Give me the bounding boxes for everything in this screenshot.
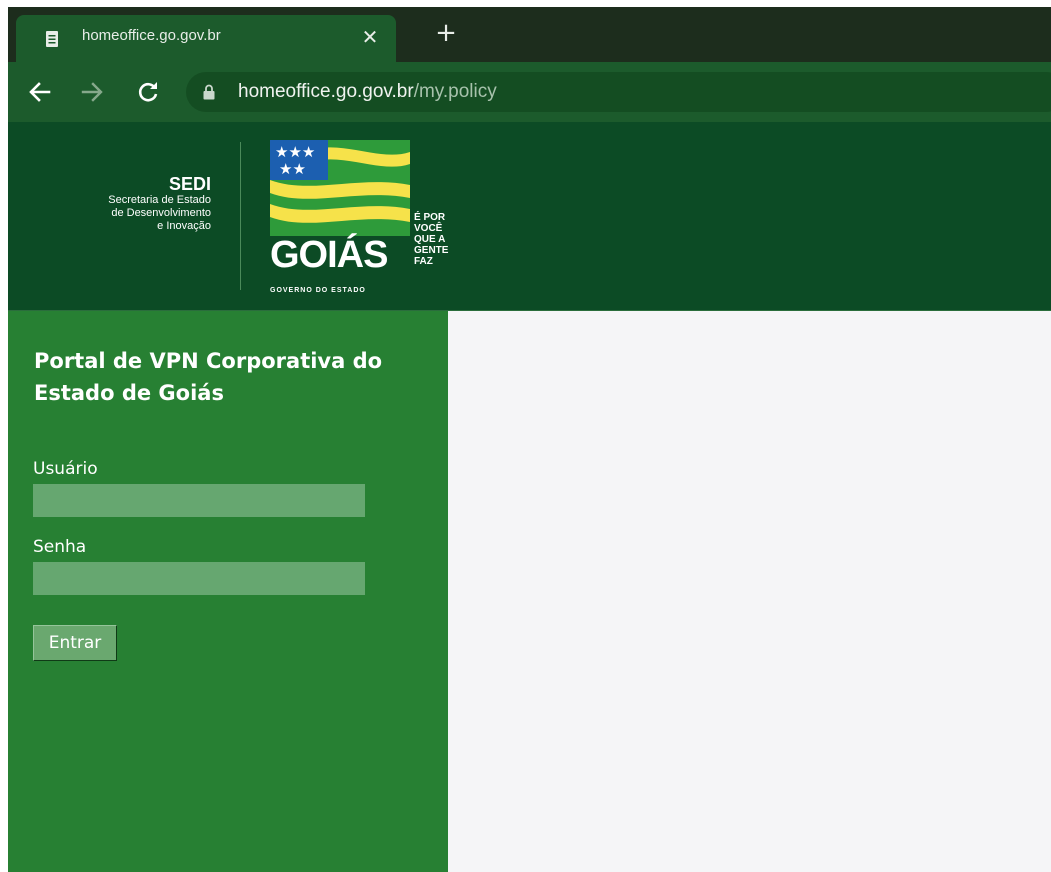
login-button[interactable]: Entrar	[33, 625, 117, 661]
org-name-line: de Desenvolvimento	[111, 207, 211, 219]
slogan-line: FAZ	[414, 256, 433, 267]
url-host: homeoffice.go.gov.br	[238, 81, 414, 102]
page-icon	[46, 31, 58, 47]
tab-title: homeoffice.go.gov.br	[82, 27, 221, 44]
tab-strip: homeoffice.go.gov.br ✕ +	[8, 7, 1051, 62]
slogan: É POR VOCÊ QUE A GENTE FAZ	[414, 212, 448, 267]
slogan-line: É POR	[414, 212, 446, 223]
page-title: Portal de VPN Corporativa do Estado de G…	[34, 349, 383, 405]
header-divider	[240, 142, 241, 290]
main-content	[448, 311, 1051, 872]
username-label: Usuário	[33, 459, 98, 479]
forward-arrow-icon[interactable]	[78, 78, 106, 106]
lock-icon[interactable]	[203, 84, 215, 100]
slogan-line: QUE A	[414, 234, 446, 245]
close-tab-icon[interactable]: ✕	[358, 25, 382, 49]
address-bar[interactable]: homeoffice.go.gov.br/my.policy	[186, 72, 1051, 112]
browser-tab[interactable]: homeoffice.go.gov.br ✕	[16, 15, 396, 62]
slogan-line: GENTE	[414, 245, 449, 256]
password-input[interactable]	[33, 562, 365, 595]
header-banner: SEDI Secretaria de Estado de Desenvolvim…	[8, 122, 1051, 311]
org-name-line: e Inovação	[157, 220, 211, 232]
browser-toolbar: homeoffice.go.gov.br/my.policy	[8, 62, 1051, 122]
url-text: homeoffice.go.gov.br/my.policy	[238, 81, 497, 103]
logo-wordmark: GOIÁS	[270, 234, 388, 276]
reload-icon[interactable]	[134, 78, 162, 106]
org-acronym: SEDI	[168, 174, 211, 194]
username-input[interactable]	[33, 484, 365, 517]
url-path: /my.policy	[413, 81, 497, 102]
back-arrow-icon[interactable]	[26, 78, 54, 106]
password-label: Senha	[33, 537, 87, 557]
goias-flag-icon: ★★★ ★★	[270, 140, 410, 236]
logo-subtitle: GOVERNO DO ESTADO	[270, 287, 366, 294]
org-name-line: Secretaria de Estado	[108, 194, 211, 206]
new-tab-button[interactable]: +	[433, 20, 459, 46]
browser-window: homeoffice.go.gov.br ✕ + homeoffice.go.g…	[8, 7, 1051, 872]
goias-logo: ★★★ ★★ GOIÁS GOVERNO DO ESTADO É POR VOC…	[270, 140, 480, 300]
svg-text:★★: ★★	[279, 160, 306, 178]
sedi-logo: SEDI Secretaria de Estado de Desenvolvim…	[108, 174, 211, 233]
svg-text:★★★: ★★★	[275, 143, 315, 161]
login-panel: Portal de VPN Corporativa do Estado de G…	[8, 311, 448, 872]
slogan-line: VOCÊ	[414, 223, 443, 234]
